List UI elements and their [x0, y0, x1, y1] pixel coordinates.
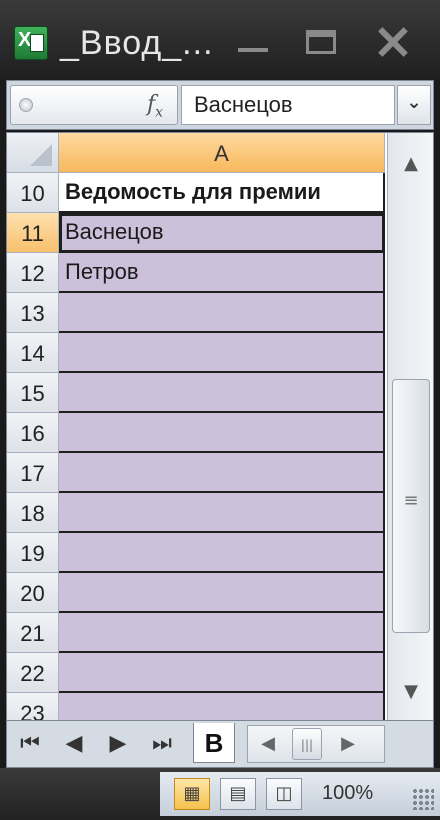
page-break-preview-icon[interactable]: ◫ — [266, 778, 302, 810]
row-header[interactable]: 17 — [7, 453, 59, 493]
row-header[interactable]: 12 — [7, 253, 59, 293]
maximize-button[interactable] — [300, 22, 342, 62]
row-header[interactable]: 16 — [7, 413, 59, 453]
scroll-right-icon[interactable]: ▶ — [334, 730, 362, 758]
next-sheet-icon[interactable]: ▶ — [103, 729, 133, 759]
chevron-double-down-icon: ⌄ — [406, 92, 422, 113]
sheet-tab[interactable]: В — [193, 723, 235, 763]
vertical-scroll-thumb[interactable]: ≡ — [392, 379, 430, 633]
select-all-button[interactable] — [7, 133, 59, 173]
table-row: 18 — [7, 493, 385, 533]
name-box[interactable]: fx — [10, 85, 178, 125]
cell-a16[interactable] — [59, 413, 385, 453]
page-layout-view-icon[interactable]: ▤ — [220, 778, 256, 810]
table-row: 17 — [7, 453, 385, 493]
horizontal-scrollbar[interactable]: ◀ ||| ▶ — [247, 725, 385, 763]
excel-icon[interactable]: X — [14, 26, 48, 60]
table-row: 11 Васнецов — [7, 213, 385, 253]
cell-a20[interactable] — [59, 573, 385, 613]
table-row: 22 — [7, 653, 385, 693]
row-header[interactable]: 20 — [7, 573, 59, 613]
row-header[interactable]: 19 — [7, 533, 59, 573]
worksheet-grid: A 10 Ведомость для премии 11 Васнецов 12… — [6, 132, 434, 722]
table-row: 10 Ведомость для премии — [7, 173, 385, 213]
resize-grip-icon[interactable] — [412, 788, 434, 810]
row-header[interactable]: 13 — [7, 293, 59, 333]
table-row: 16 — [7, 413, 385, 453]
formula-input[interactable]: Васнецов — [181, 85, 395, 125]
cell-a11[interactable]: Васнецов — [59, 213, 385, 253]
cell-a15[interactable] — [59, 373, 385, 413]
row-header[interactable]: 15 — [7, 373, 59, 413]
row-header[interactable]: 18 — [7, 493, 59, 533]
table-row: 12 Петров — [7, 253, 385, 293]
window-title: _Ввод_... — [60, 24, 214, 62]
cell-a22[interactable] — [59, 653, 385, 693]
row-header[interactable]: 10 — [7, 173, 59, 213]
row-header[interactable]: 11 — [7, 213, 59, 253]
cell-a14[interactable] — [59, 333, 385, 373]
name-box-resize-handle[interactable] — [19, 98, 33, 112]
horizontal-scroll-thumb[interactable]: ||| — [292, 728, 322, 760]
row-header[interactable]: 23 — [7, 693, 59, 721]
normal-view-icon[interactable]: ▦ — [174, 778, 210, 810]
scroll-left-icon[interactable]: ◀ — [254, 730, 282, 758]
cell-a23[interactable] — [59, 693, 385, 721]
cell-a12[interactable]: Петров — [59, 253, 385, 293]
expand-formula-bar-button[interactable]: ⌄ — [397, 85, 431, 125]
cell-a18[interactable] — [59, 493, 385, 533]
status-bar: ▦ ▤ ◫ 100% — [0, 768, 440, 820]
vertical-scrollbar[interactable]: ▲ ≡ ▼ — [387, 133, 433, 721]
last-sheet-icon[interactable]: ⏭ — [147, 729, 177, 759]
table-row: 15 — [7, 373, 385, 413]
table-row: 21 — [7, 613, 385, 653]
first-sheet-icon[interactable]: ⏮ — [15, 729, 45, 759]
table-row: 19 — [7, 533, 385, 573]
insert-function-icon[interactable]: fx — [147, 92, 163, 120]
view-controls: ▦ ▤ ◫ 100% — [160, 772, 440, 816]
row-header[interactable]: 21 — [7, 613, 59, 653]
zoom-level[interactable]: 100% — [322, 782, 373, 805]
row-header[interactable]: 22 — [7, 653, 59, 693]
cell-a10[interactable]: Ведомость для премии — [59, 173, 385, 213]
cell-a13[interactable] — [59, 293, 385, 333]
close-button[interactable] — [372, 22, 414, 62]
cell-a17[interactable] — [59, 453, 385, 493]
row-header[interactable]: 14 — [7, 333, 59, 373]
table-row: 13 — [7, 293, 385, 333]
table-row: 23 — [7, 693, 385, 721]
column-header-a[interactable]: A — [59, 133, 385, 173]
rows-container: 10 Ведомость для премии 11 Васнецов 12 П… — [7, 173, 385, 721]
scroll-up-icon[interactable]: ▲ — [392, 153, 430, 187]
cell-a19[interactable] — [59, 533, 385, 573]
window-titlebar: X _Ввод_... — [0, 0, 440, 80]
previous-sheet-icon[interactable]: ◀ — [59, 729, 89, 759]
minimize-button[interactable] — [232, 22, 274, 62]
cell-a21[interactable] — [59, 613, 385, 653]
sheet-tab-bar: ⏮ ◀ ▶ ⏭ В ◀ ||| ▶ — [6, 720, 434, 768]
formula-bar: fx Васнецов ⌄ — [6, 80, 434, 130]
scroll-down-icon[interactable]: ▼ — [392, 681, 430, 715]
table-row: 20 — [7, 573, 385, 613]
table-row: 14 — [7, 333, 385, 373]
